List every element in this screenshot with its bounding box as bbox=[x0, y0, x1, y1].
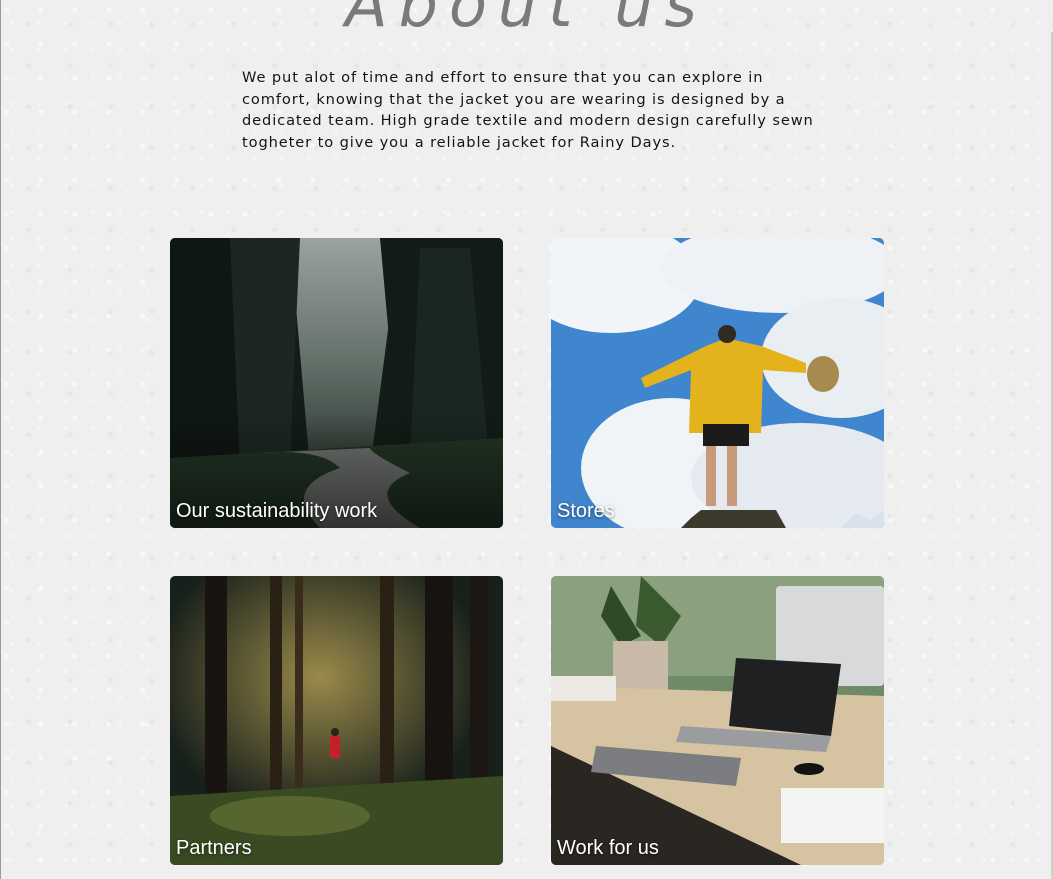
hiker-forest-photo bbox=[170, 576, 503, 865]
card-label: Work for us bbox=[557, 837, 659, 859]
work-for-us-card[interactable]: Work for us bbox=[551, 576, 884, 865]
page-title: About us bbox=[345, 0, 708, 41]
card-label: Partners bbox=[176, 837, 252, 859]
stores-card[interactable]: Stores bbox=[551, 238, 884, 528]
sustainability-card[interactable]: Our sustainability work bbox=[170, 238, 503, 528]
yellow-raincoat-sky-photo bbox=[551, 238, 884, 528]
forest-road-photo bbox=[170, 238, 503, 528]
office-desk-photo bbox=[551, 576, 884, 865]
intro-paragraph: We put alot of time and effort to ensure… bbox=[242, 69, 814, 151]
partners-card[interactable]: Partners bbox=[170, 576, 503, 865]
card-label: Our sustainability work bbox=[176, 500, 378, 522]
page-left-border bbox=[0, 0, 1, 879]
card-label: Stores bbox=[557, 500, 615, 522]
